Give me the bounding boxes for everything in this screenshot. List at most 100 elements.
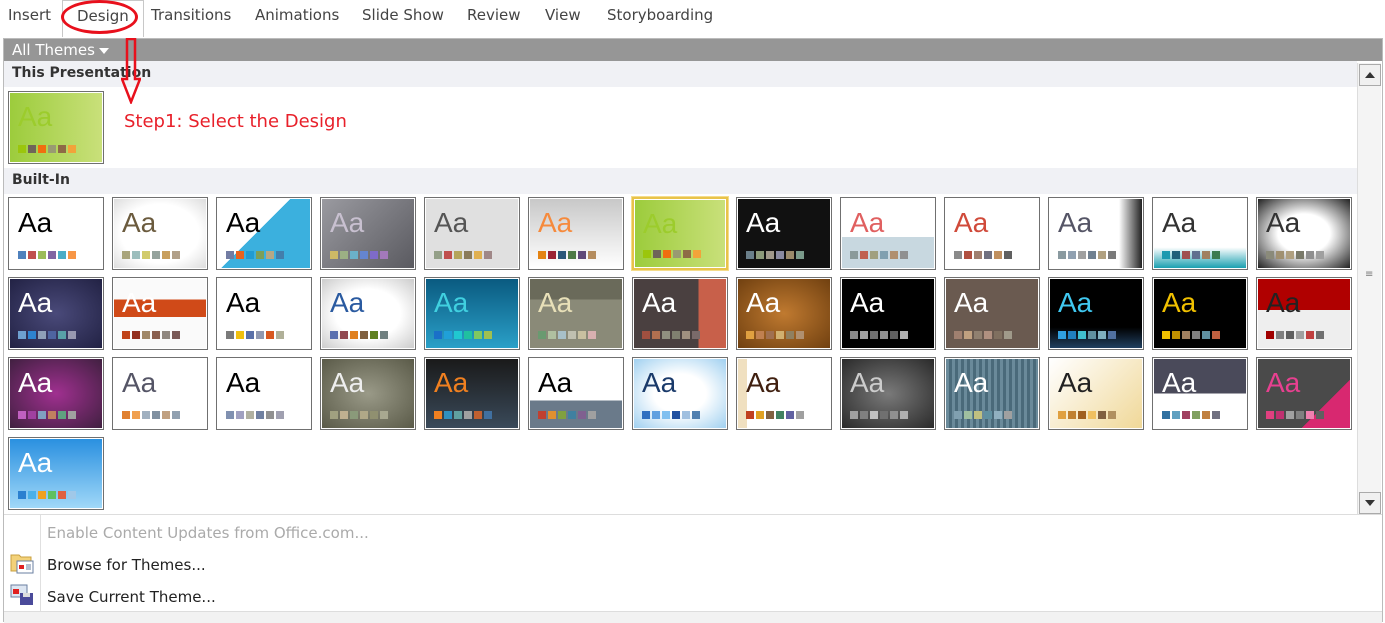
theme-thumbnail[interactable]: Aa [1048, 197, 1144, 270]
tab-insert[interactable]: Insert [8, 6, 51, 24]
color-swatches [330, 251, 388, 259]
menu-enable-content-updates[interactable]: Enable Content Updates from Office.com..… [47, 524, 369, 542]
tab-view[interactable]: View [545, 6, 581, 24]
theme-thumbnail[interactable]: Aa [424, 197, 520, 270]
theme-thumbnail[interactable]: Aa [216, 357, 312, 430]
theme-thumbnail[interactable]: Aa [112, 357, 208, 430]
theme-thumbnail[interactable]: Aa [528, 277, 624, 350]
theme-thumbnail[interactable]: Aa [632, 357, 728, 430]
gallery-resize-bar[interactable] [4, 611, 1382, 623]
theme-thumbnail[interactable]: Aa [528, 357, 624, 430]
color-swatches [434, 331, 492, 339]
color-swatch [786, 251, 794, 259]
theme-sample-text: Aa [434, 207, 469, 238]
tab-animations[interactable]: Animations [255, 6, 339, 24]
theme-thumbnail[interactable]: Aa [8, 277, 104, 350]
scroll-grip-icon[interactable]: ≡ [1365, 269, 1373, 280]
all-themes-dropdown[interactable]: All Themes [4, 39, 1382, 61]
theme-thumbnail[interactable]: Aa [944, 357, 1040, 430]
theme-thumbnail[interactable]: Aa [216, 197, 312, 270]
tab-review[interactable]: Review [467, 6, 521, 24]
color-swatch [484, 411, 492, 419]
theme-thumbnail[interactable]: Aa [8, 437, 104, 510]
theme-preview: Aa [842, 359, 934, 428]
theme-thumbnail[interactable]: Aa [216, 277, 312, 350]
color-swatch [1058, 331, 1066, 339]
tab-transitions[interactable]: Transitions [151, 6, 231, 24]
theme-thumbnail[interactable]: Aa [840, 197, 936, 270]
theme-thumbnail[interactable]: Aa [632, 197, 728, 270]
color-swatch [1058, 251, 1066, 259]
color-swatch [330, 411, 338, 419]
vertical-scrollbar[interactable]: ≡ [1357, 63, 1381, 515]
color-swatch [756, 251, 764, 259]
theme-thumbnail[interactable]: Aa [1256, 357, 1352, 430]
theme-thumbnail[interactable]: Aa [736, 197, 832, 270]
menu-save-current-theme[interactable]: Save Current Theme... [47, 588, 216, 606]
theme-thumbnail[interactable]: Aa [840, 357, 936, 430]
color-swatches [850, 411, 908, 419]
theme-thumbnail[interactable]: Aa [1048, 357, 1144, 430]
theme-thumbnail[interactable]: Aa [424, 357, 520, 430]
color-swatch [672, 331, 680, 339]
color-swatch [1068, 331, 1076, 339]
theme-preview: Aa [114, 359, 206, 428]
tab-storyboarding[interactable]: Storyboarding [607, 6, 713, 24]
color-swatch [890, 331, 898, 339]
color-swatch [900, 251, 908, 259]
theme-thumbnail[interactable]: Aa [320, 357, 416, 430]
menu-browse-for-themes[interactable]: Browse for Themes... [47, 556, 206, 574]
color-swatch [766, 331, 774, 339]
theme-thumbnail[interactable]: Aa [1256, 197, 1352, 270]
theme-thumbnail[interactable]: Aa [112, 277, 208, 350]
theme-thumbnail[interactable]: Aa [528, 197, 624, 270]
theme-sample-text: Aa [1162, 287, 1197, 318]
scroll-up-button[interactable] [1359, 64, 1381, 86]
theme-thumbnail[interactable]: Aa [944, 277, 1040, 350]
color-swatch [860, 251, 868, 259]
color-swatch [434, 251, 442, 259]
color-swatch [1192, 411, 1200, 419]
color-swatch [38, 251, 46, 259]
theme-thumbnail[interactable]: Aa [1152, 357, 1248, 430]
theme-sample-text: Aa [1266, 367, 1301, 398]
theme-thumbnail[interactable]: Aa [1152, 277, 1248, 350]
current-theme-thumbnail[interactable]: Aa [8, 91, 104, 164]
theme-sample-text: Aa [954, 207, 989, 238]
theme-thumbnail[interactable]: Aa [1048, 277, 1144, 350]
theme-sample-text: Aa [642, 287, 677, 318]
theme-thumbnail[interactable]: Aa [320, 277, 416, 350]
theme-thumbnail[interactable]: Aa [424, 277, 520, 350]
theme-preview: Aa [322, 279, 414, 348]
theme-thumbnail[interactable]: Aa [944, 197, 1040, 270]
theme-thumbnail[interactable]: Aa [632, 277, 728, 350]
color-swatch [1276, 411, 1284, 419]
tab-slide-show[interactable]: Slide Show [362, 6, 444, 24]
color-swatch [68, 145, 76, 153]
theme-thumbnail[interactable]: Aa [736, 357, 832, 430]
color-swatch [796, 411, 804, 419]
color-swatches [1266, 331, 1324, 339]
color-swatch [28, 331, 36, 339]
theme-thumbnail[interactable]: Aa [320, 197, 416, 270]
theme-thumbnail[interactable]: Aa [8, 357, 104, 430]
color-swatch [370, 411, 378, 419]
theme-thumbnail[interactable]: Aa [1256, 277, 1352, 350]
theme-thumbnail[interactable]: Aa [8, 197, 104, 270]
color-swatch [58, 145, 66, 153]
color-swatch [122, 251, 130, 259]
color-swatch [860, 411, 868, 419]
color-swatches [850, 251, 908, 259]
theme-thumbnail[interactable]: Aa [1152, 197, 1248, 270]
scroll-down-button[interactable] [1359, 492, 1381, 514]
theme-sample-text: Aa [226, 207, 261, 238]
theme-thumbnail[interactable]: Aa [736, 277, 832, 350]
theme-sample-text: Aa [746, 207, 781, 238]
color-swatches [642, 411, 700, 419]
theme-preview: Aa [1258, 359, 1350, 428]
theme-thumbnail[interactable]: Aa [112, 197, 208, 270]
theme-thumbnail[interactable]: Aa [840, 277, 936, 350]
color-swatch [776, 411, 784, 419]
theme-preview: Aa [842, 279, 934, 348]
color-swatch [266, 331, 274, 339]
